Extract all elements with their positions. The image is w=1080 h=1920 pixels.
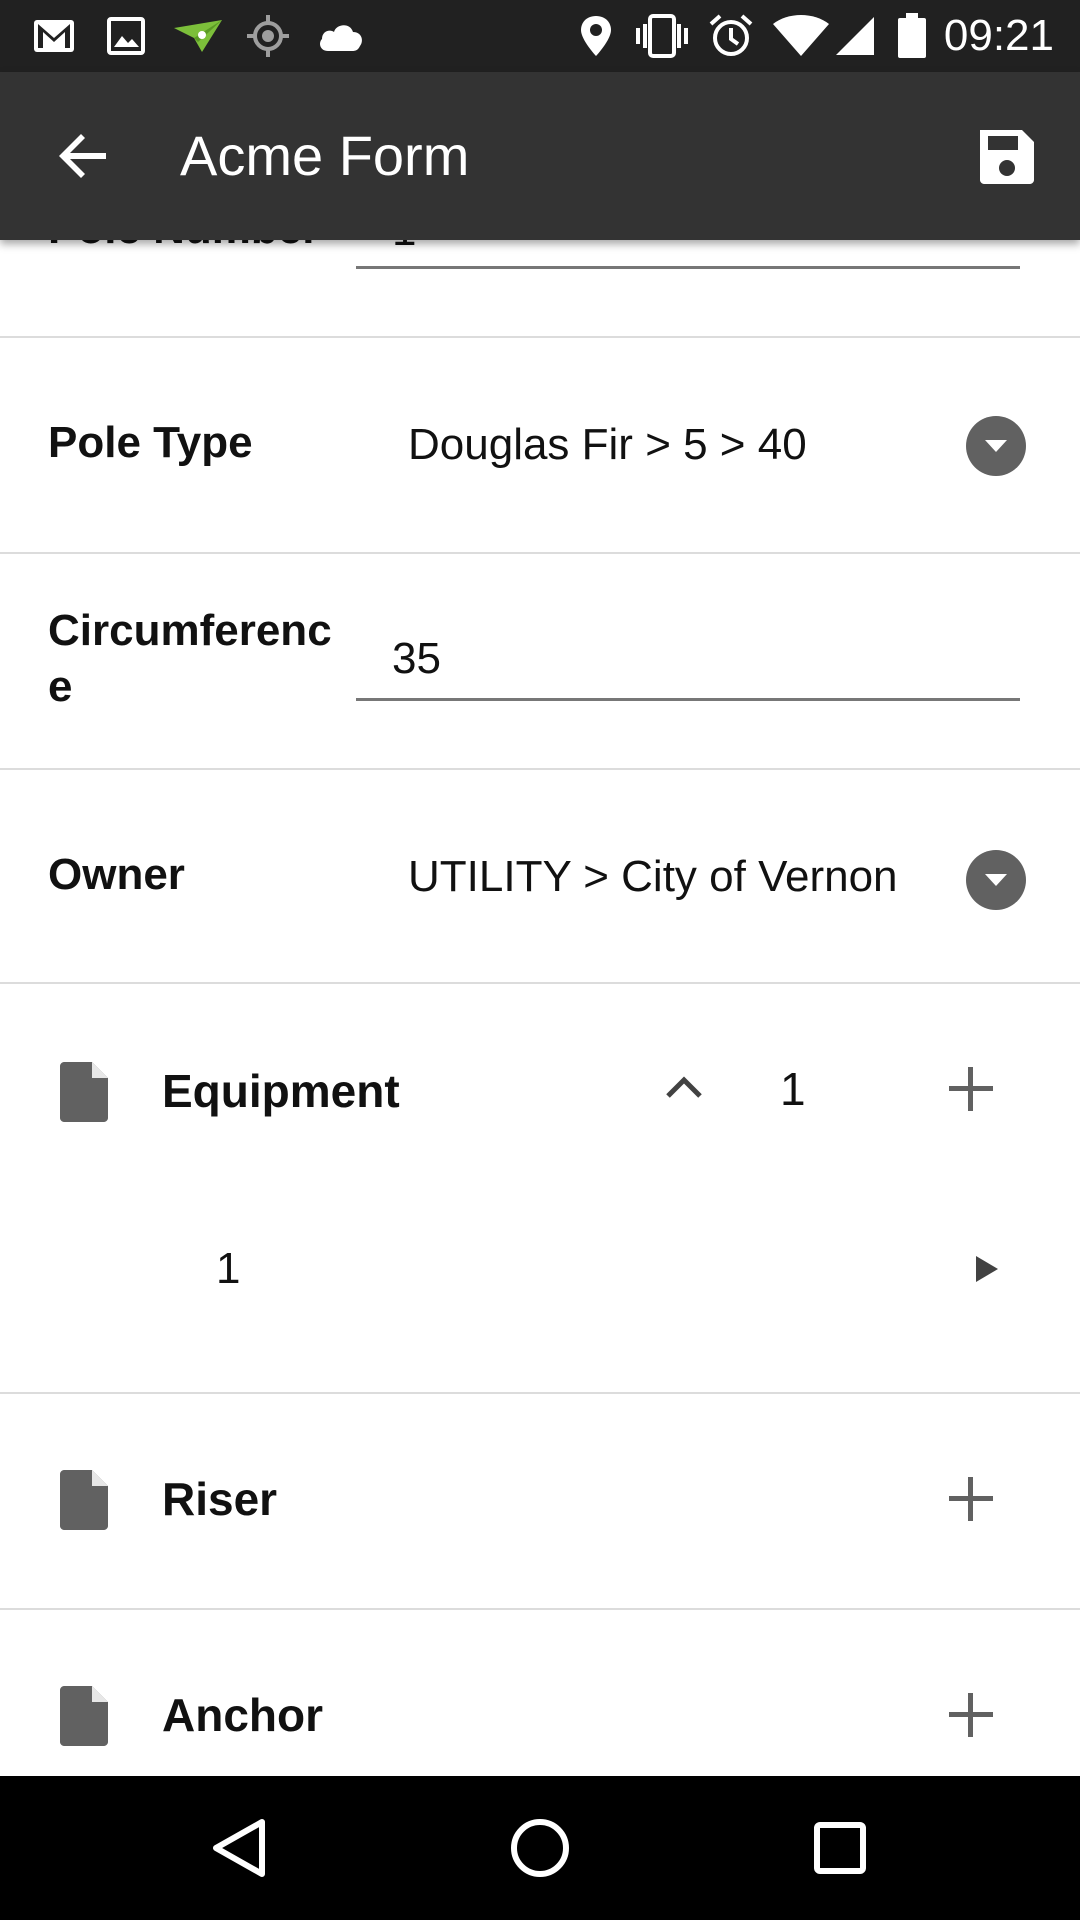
equipment-section-header[interactable]: Equipment 1 [0, 984, 1080, 1194]
chevron-up-icon[interactable] [664, 1068, 704, 1108]
pole-type-dropdown-icon[interactable] [966, 416, 1026, 476]
pole-type-label: Pole Type [48, 418, 253, 467]
equipment-label: Equipment [162, 1065, 400, 1117]
vibrate-icon [634, 12, 690, 60]
add-equipment-icon[interactable] [946, 1064, 996, 1114]
pole-number-input[interactable]: 1 [392, 240, 416, 256]
page-title: Acme Form [180, 124, 470, 187]
document-icon [60, 1470, 108, 1530]
owner-row[interactable]: Owner UTILITY > City of Vernon [0, 770, 1080, 982]
status-bar: 09:21 [0, 0, 1080, 72]
add-riser-icon[interactable] [946, 1474, 996, 1524]
owner-dropdown-icon[interactable] [966, 850, 1026, 910]
back-triangle-icon[interactable] [204, 1812, 276, 1884]
navigation-bar [0, 1776, 1080, 1920]
form-content: Pole Number 1 Pole Type Douglas Fir > 5 … [0, 240, 1080, 1776]
app-bar: Acme Form [0, 72, 1080, 240]
status-time: 09:21 [943, 11, 1054, 60]
battery-icon [896, 12, 928, 60]
arrow-back-icon[interactable] [50, 122, 118, 190]
document-icon [60, 1062, 108, 1122]
recents-square-icon[interactable] [804, 1812, 876, 1884]
gps-icon [246, 12, 290, 60]
circumference-label-line1: Circumferenc [48, 606, 332, 655]
circumference-underline [356, 698, 1020, 701]
circumference-input[interactable]: 35 [392, 634, 441, 684]
cell-signal-icon [834, 12, 876, 60]
alarm-icon [708, 12, 754, 60]
equipment-item-label: 1 [216, 1244, 241, 1293]
pole-type-value[interactable]: Douglas Fir > 5 > 40 [408, 420, 807, 470]
anchor-section-header[interactable]: Anchor [0, 1610, 1080, 1776]
owner-label: Owner [48, 850, 185, 899]
pole-type-row[interactable]: Pole Type Douglas Fir > 5 > 40 [0, 338, 1080, 552]
save-icon[interactable] [976, 126, 1038, 188]
location-icon [578, 12, 614, 60]
pole-number-row: Pole Number 1 [0, 240, 1080, 336]
equipment-count: 1 [780, 1063, 806, 1115]
document-icon [60, 1686, 108, 1746]
riser-label: Riser [162, 1473, 278, 1525]
home-circle-icon[interactable] [504, 1812, 576, 1884]
wifi-icon [772, 12, 830, 60]
add-anchor-icon[interactable] [946, 1690, 996, 1740]
airdroid-icon [172, 12, 224, 60]
anchor-label: Anchor [162, 1689, 323, 1741]
pole-number-underline [356, 266, 1020, 269]
gallery-icon [106, 12, 146, 60]
cloud-icon [316, 12, 366, 60]
circumference-row: Circumferenc e 35 [0, 554, 1080, 768]
circumference-label-line2: e [48, 662, 73, 711]
equipment-item-row[interactable]: 1 [0, 1194, 1080, 1392]
pole-number-label: Pole Number [48, 240, 319, 254]
gmail-icon [32, 12, 76, 60]
play-arrow-icon[interactable] [972, 1252, 1002, 1286]
riser-section-header[interactable]: Riser [0, 1394, 1080, 1608]
owner-value[interactable]: UTILITY > City of Vernon [408, 852, 898, 902]
